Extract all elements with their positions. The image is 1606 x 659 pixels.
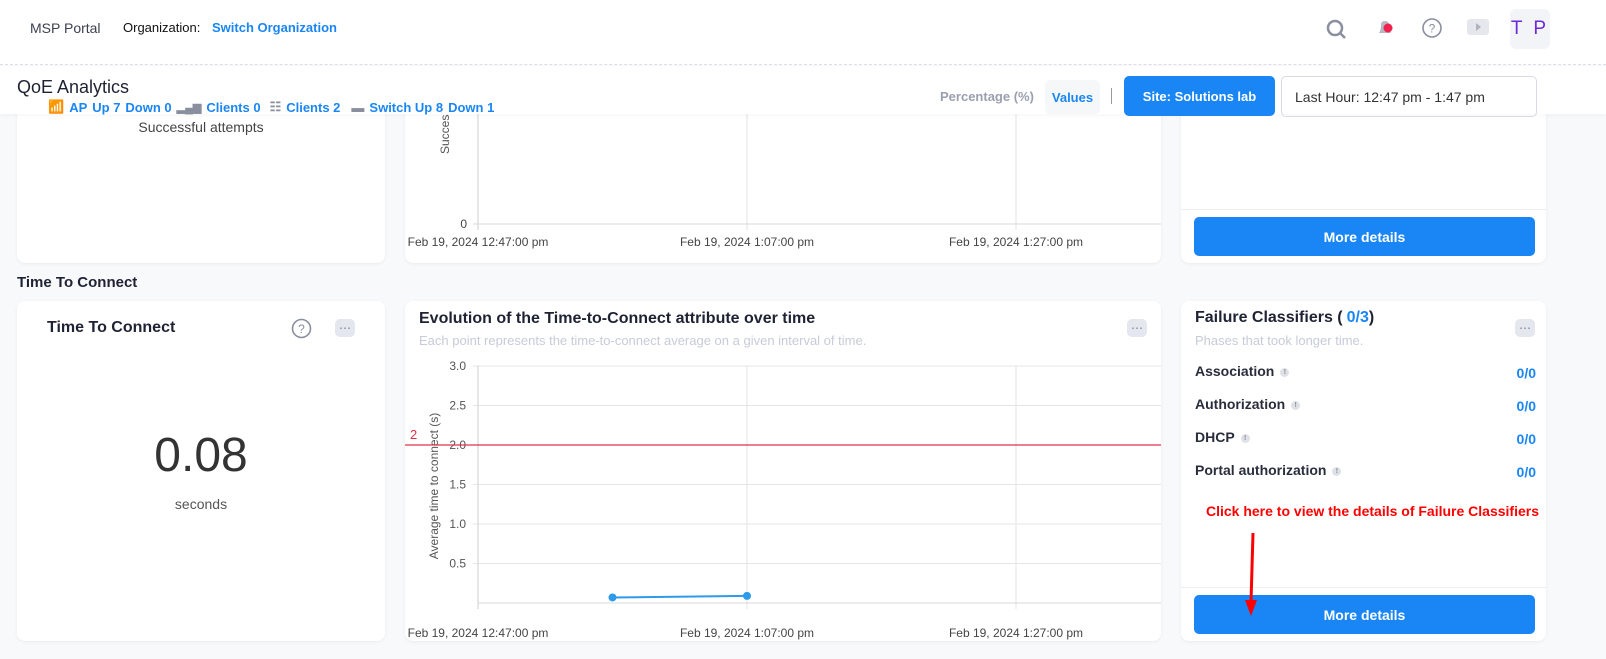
title-text: Failure Classifiers (: [1195, 309, 1343, 326]
y-tick-label: 0.5: [449, 557, 466, 571]
classifier-label: Portal authorization: [1195, 462, 1327, 478]
y-tick-label: 3.0: [449, 359, 466, 373]
org-label: Organization:: [123, 20, 201, 35]
failure-classifiers-card: Failure Classifiers (0/3) Phases that to…: [1181, 301, 1546, 641]
wifi-icon: 📶: [48, 99, 65, 114]
data-point: [743, 591, 751, 600]
percentage-toggle[interactable]: Percentage (%): [940, 89, 1034, 104]
switch-up[interactable]: Switch Up 8: [369, 100, 443, 115]
section-title: Time To Connect: [17, 274, 138, 291]
series-line: [612, 594, 748, 599]
time-range-picker[interactable]: Last Hour: 12:47 pm - 1:47 pm: [1281, 76, 1537, 117]
switch-down[interactable]: Down 1: [448, 100, 494, 115]
page-subheader: QoE Analytics 📶 AP Up 7 Down 0 ▂▄▆ Clien…: [0, 66, 1606, 117]
x-tick-label: Feb 19, 2024 1:27:00 pm: [949, 235, 1083, 249]
x-tick-label: Feb 19, 2024 1:27:00 pm: [949, 626, 1083, 640]
classifier-value[interactable]: 0/0: [1517, 431, 1536, 447]
y-tick-label: 1.0: [449, 517, 466, 531]
app-name[interactable]: MSP Portal: [30, 20, 101, 36]
classifier-value[interactable]: 0/0: [1517, 365, 1536, 381]
ttc-unit: seconds: [174, 496, 228, 512]
site-selector-button[interactable]: Site: Solutions lab: [1124, 76, 1275, 116]
ap-label: AP: [69, 99, 88, 115]
successful-attempts-caption: Successful attempts: [138, 119, 264, 135]
x-tick-label: Feb 19, 2024 12:47:00 pm: [408, 626, 549, 640]
classifier-association: Association!: [1195, 363, 1290, 379]
classifier-value[interactable]: 0/0: [1517, 398, 1536, 414]
device-stats: 📶 AP Up 7 Down 0 ▂▄▆ Clients 0 ☷ Clients…: [48, 99, 494, 115]
ttc-evolution-card: Evolution of the Time-to-Connect attribu…: [405, 301, 1161, 641]
info-icon[interactable]: !: [1332, 466, 1342, 476]
successful-attempts-card: Successful attempts: [17, 90, 385, 263]
classifier-label: Association: [1195, 363, 1275, 379]
user-avatar[interactable]: T P: [1510, 9, 1550, 49]
help-icon[interactable]: ?: [291, 318, 312, 339]
divider: [1181, 587, 1546, 588]
switch-icon: ▬: [351, 99, 365, 115]
ttc-evolution-chart: 0.51.01.52.02.53.0Feb 19, 2024 12:47:00 …: [405, 359, 1161, 640]
help-icon[interactable]: ?: [1421, 17, 1443, 39]
classifier-portal-authorization: Portal authorization!: [1195, 462, 1342, 478]
classifier-label: DHCP: [1195, 429, 1235, 445]
video-icon[interactable]: [1467, 19, 1489, 37]
title-suffix: ): [1368, 309, 1375, 326]
svg-text:?: ?: [298, 322, 305, 336]
y-tick-label: 2.5: [449, 399, 466, 413]
switch-organization-link[interactable]: Switch Organization: [212, 20, 337, 35]
signal-icon: ▂▄▆: [176, 101, 202, 114]
y-axis-label: Average time to connect (s): [427, 413, 441, 560]
more-options-icon[interactable]: ⋯: [335, 319, 355, 337]
wireless-clients[interactable]: Clients 0: [206, 100, 260, 115]
card-title: Failure Classifiers (0/3): [1195, 309, 1374, 327]
y-tick-label: 1.5: [449, 478, 466, 492]
threshold-label: 2: [410, 427, 417, 442]
values-toggle[interactable]: Values: [1045, 80, 1100, 114]
svg-text:?: ?: [1429, 22, 1436, 36]
card-subtitle: Phases that took longer time.: [1195, 333, 1364, 348]
info-icon[interactable]: !: [1280, 367, 1290, 377]
x-tick-label: Feb 19, 2024 12:47:00 pm: [408, 235, 549, 249]
wired-clients[interactable]: Clients 2: [286, 100, 340, 115]
time-to-connect-card: Time To Connect ? ⋯ 0.08 seconds: [17, 301, 385, 641]
x-tick-label: Feb 19, 2024 1:07:00 pm: [680, 235, 814, 249]
classifier-authorization: Authorization!: [1195, 396, 1301, 412]
annotation-arrow-icon: [1245, 532, 1257, 616]
divider: [1181, 209, 1546, 210]
page-title: QoE Analytics: [17, 77, 130, 97]
successful-attempts-chart-card: Feb 19, 2024 12:47:00 pm Feb 19, 2024 1:0…: [405, 90, 1161, 263]
failure-count: 0/3: [1346, 309, 1369, 326]
ap-down[interactable]: Down 0: [125, 100, 171, 115]
info-icon[interactable]: !: [1291, 400, 1301, 410]
card-title: Time To Connect: [47, 319, 176, 336]
classifier-dhcp: DHCP!: [1195, 429, 1250, 445]
classifier-label: Authorization: [1195, 396, 1286, 412]
search-icon[interactable]: [1325, 18, 1347, 40]
more-options-icon[interactable]: ⋯: [1515, 319, 1535, 337]
ap-up[interactable]: Up 7: [92, 100, 120, 115]
x-tick-label: Feb 19, 2024 1:07:00 pm: [680, 626, 814, 640]
successful-attempts-chart: Feb 19, 2024 12:47:00 pm Feb 19, 2024 1:0…: [408, 90, 1161, 249]
top-header: MSP Portal Organization: Switch Organiza…: [0, 0, 1606, 65]
ttc-value: 0.08: [154, 429, 248, 482]
data-point: [608, 593, 617, 602]
wired-network-icon: ☷: [269, 99, 282, 114]
bell-icon[interactable]: [1374, 16, 1398, 40]
more-details-button[interactable]: More details: [1194, 217, 1535, 256]
info-icon[interactable]: !: [1240, 433, 1250, 443]
divider: [1111, 88, 1112, 104]
y-tick-label: 0: [460, 217, 467, 231]
classifier-value[interactable]: 0/0: [1517, 464, 1536, 480]
annotation-text: Click here to view the details of Failur…: [1205, 503, 1539, 519]
